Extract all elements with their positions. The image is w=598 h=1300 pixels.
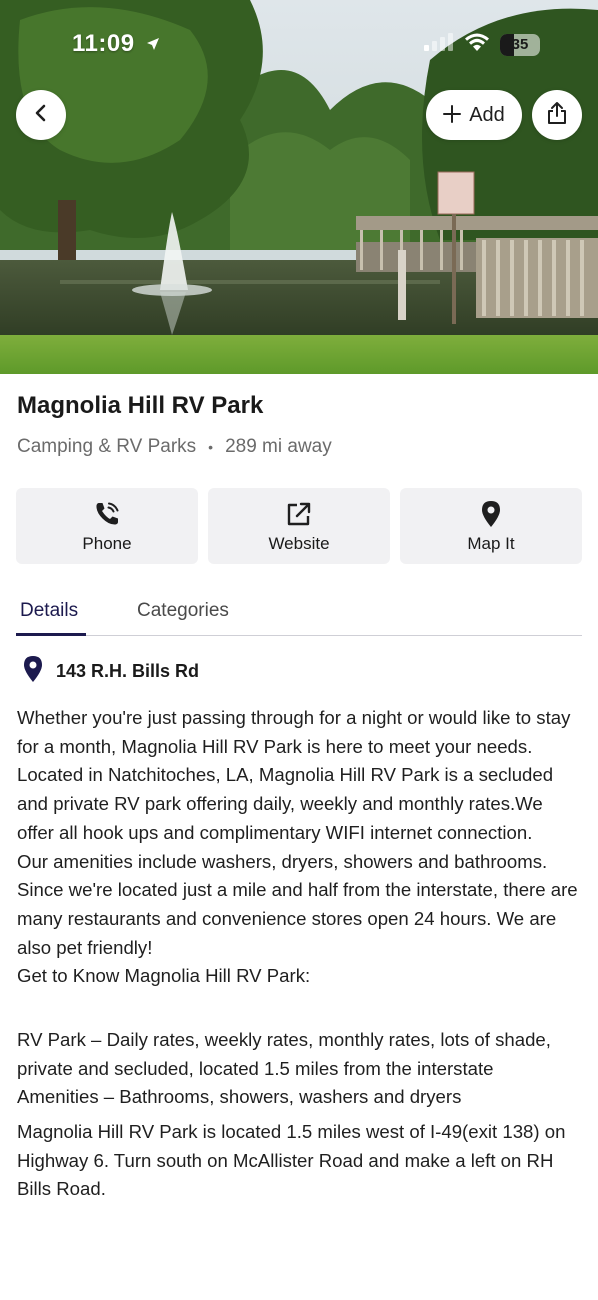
place-title: Magnolia Hill RV Park <box>17 392 264 419</box>
share-icon <box>546 101 568 130</box>
description-paragraph: Our amenities include washers, dryers, s… <box>17 850 578 958</box>
battery-icon: 35 <box>500 33 540 56</box>
status-time: 11:09 <box>72 30 160 58</box>
tab-details[interactable]: Details <box>16 600 86 636</box>
status-bar: 11:09 35 <box>0 0 598 88</box>
wifi-icon <box>464 32 490 57</box>
map-pin-icon <box>480 499 502 529</box>
address-row[interactable]: 143 R.H. Bills Rd <box>22 655 199 688</box>
description-paragraph: Whether you're just passing through for … <box>17 707 571 843</box>
location-arrow-icon <box>146 30 160 58</box>
back-button[interactable] <box>16 90 66 140</box>
battery-level: 35 <box>511 35 529 53</box>
add-button[interactable]: Add <box>426 90 522 140</box>
description-paragraph: Magnolia Hill RV Park is located 1.5 mil… <box>17 1121 566 1200</box>
place-subtitle: Camping & RV Parks • 289 mi away <box>17 436 332 458</box>
active-tab-indicator <box>16 633 86 636</box>
separator-dot: • <box>208 439 214 455</box>
clock-label: 11:09 <box>72 30 135 57</box>
place-category: Camping & RV Parks <box>17 436 197 457</box>
add-button-label: Add <box>469 103 505 126</box>
phone-icon <box>93 499 121 529</box>
chevron-left-icon <box>31 103 51 128</box>
map-it-button-label: Map It <box>467 533 515 553</box>
tab-categories-label: Categories <box>137 600 229 621</box>
address-text: 143 R.H. Bills Rd <box>56 661 200 681</box>
action-buttons: Phone Website Map It <box>16 488 582 564</box>
tab-bar: Details Categories <box>16 596 582 636</box>
location-pin-icon <box>22 655 44 688</box>
phone-button-label: Phone <box>82 533 132 553</box>
phone-button[interactable]: Phone <box>16 488 198 564</box>
description-paragraph: RV Park – Daily rates, weekly rates, mon… <box>17 1029 551 1079</box>
map-it-button[interactable]: Map It <box>400 488 582 564</box>
external-link-icon <box>285 499 313 529</box>
tab-details-label: Details <box>20 600 79 621</box>
website-button[interactable]: Website <box>208 488 390 564</box>
description-paragraph: Get to Know Magnolia Hill RV Park: <box>17 965 311 987</box>
hero-photo: 11:09 35 Add <box>0 0 598 374</box>
description-block-1: Whether you're just passing through for … <box>17 704 583 991</box>
tab-categories[interactable]: Categories <box>137 600 229 622</box>
description-block-2: RV Park – Daily rates, weekly rates, mon… <box>17 1026 583 1112</box>
status-icons: 35 <box>424 32 540 57</box>
cellular-signal-icon <box>424 33 454 56</box>
share-button[interactable] <box>532 90 582 140</box>
website-button-label: Website <box>268 533 330 553</box>
description-paragraph: Amenities – Bathrooms, showers, washers … <box>17 1086 462 1108</box>
description-block-3: Magnolia Hill RV Park is located 1.5 mil… <box>17 1118 583 1204</box>
place-distance: 289 mi away <box>225 436 332 457</box>
plus-icon <box>443 100 462 128</box>
